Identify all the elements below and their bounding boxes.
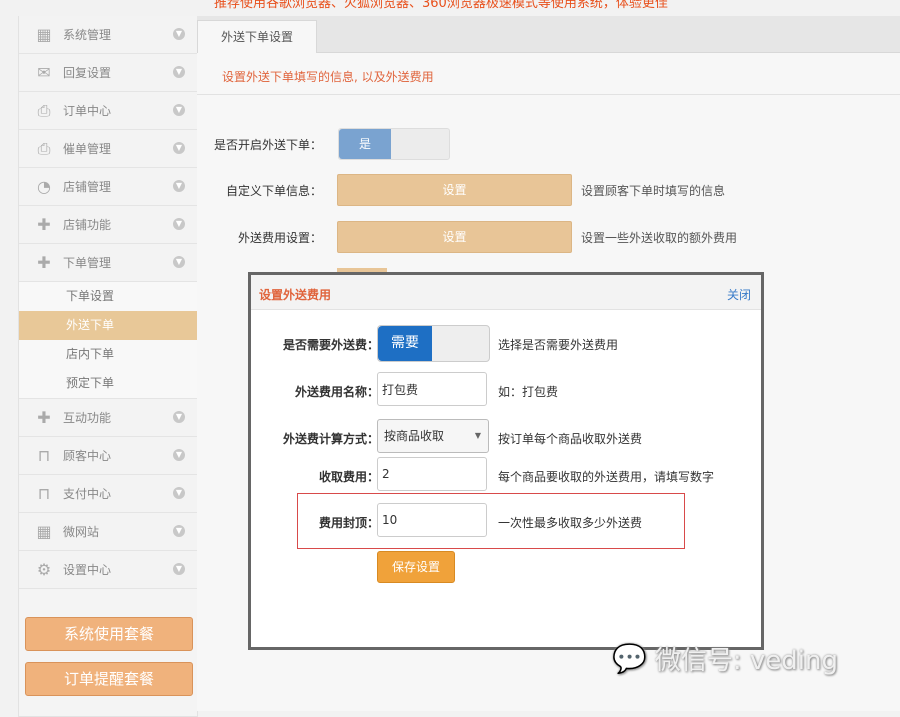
page-notice: 设置外送下单填写的信息, 以及外送费用 — [222, 70, 434, 84]
divider — [197, 94, 900, 95]
pie-chart-icon: ◔ — [37, 177, 51, 196]
sidebar-item-orders[interactable]: ⎙ 订单中心 ▼ — [19, 92, 197, 130]
order-reminder-package-button[interactable]: 订单提醒套餐 — [25, 662, 193, 696]
need-fee-hint: 选择是否需要外送费用 — [498, 338, 619, 352]
delivery-fee-hint: 设置一些外送收取的额外费用 — [581, 231, 738, 245]
wechat-icon: 💬 — [612, 642, 647, 675]
sidebar-item-store[interactable]: ◔ 店铺管理 ▼ — [19, 168, 197, 206]
sidebar-item-microsite[interactable]: ▦ 微网站 ▼ — [19, 513, 197, 551]
watermark-text: 微信号: veding — [654, 646, 838, 676]
calc-method-label: 外送费计算方式： — [282, 432, 379, 446]
chevron-down-icon: ▼ — [173, 104, 185, 116]
custom-info-hint: 设置顾客下单时填写的信息 — [581, 184, 726, 198]
tab-delivery-order-settings[interactable]: 外送下单设置 — [197, 20, 317, 53]
fee-amount-hint: 每个商品要收取的外送费用，请填写数字 — [498, 470, 715, 484]
chevron-down-icon: ▼ — [173, 66, 185, 78]
calc-method-select[interactable]: 按商品收取 ▼ — [377, 419, 489, 453]
dialog-title: 设置外送费用 — [259, 288, 332, 302]
sidebar-item-label: 微网站 — [63, 525, 100, 539]
fee-amount-label: 收取费用： — [318, 470, 379, 484]
calc-method-hint: 按订单每个商品收取外送费 — [498, 432, 643, 446]
enable-delivery-row: 是否开启外送下单： 是 — [197, 128, 900, 160]
system-package-button[interactable]: 系统使用套餐 — [25, 617, 193, 651]
delivery-fee-row: 外送费用设置： 设置 设置一些外送收取的额外费用 — [197, 221, 900, 253]
plus-icon: ✚ — [37, 253, 51, 272]
sidebar-item-ordering[interactable]: ✚ 下单管理 ▼ — [19, 244, 197, 282]
custom-info-settings-button[interactable]: 设置 — [337, 174, 572, 206]
grid-icon: ▦ — [36, 25, 52, 44]
sidebar-item-system[interactable]: ▦ 系统管理 ▼ — [19, 16, 197, 54]
calc-method-value: 按商品收取 — [384, 429, 445, 443]
sidebar-item-label: 店铺功能 — [63, 218, 112, 232]
sidebar-item-payment[interactable]: ⊓ 支付中心 ▼ — [19, 475, 197, 513]
chevron-down-icon: ▼ — [173, 487, 185, 499]
sidebar-item-label: 催单管理 — [63, 142, 112, 156]
chevron-down-icon: ▼ — [173, 411, 185, 423]
plus-icon: ✚ — [37, 215, 51, 234]
delivery-fee-dialog: 设置外送费用 关闭 是否需要外送费： 需要 选择是否需要外送费用 外送费用名称：… — [248, 272, 764, 650]
enable-delivery-label: 是否开启外送下单： — [213, 138, 322, 152]
chevron-down-icon: ▼ — [173, 563, 185, 575]
sidebar-item-label: 顾客中心 — [63, 449, 112, 463]
sidebar-item-customers[interactable]: ⊓ 顾客中心 ▼ — [19, 437, 197, 475]
chevron-down-icon: ▼ — [173, 142, 185, 154]
wechat-watermark: 💬 微信号: veding — [612, 640, 838, 677]
mail-icon: ✉ — [37, 63, 51, 82]
sidebar-item-reply[interactable]: ✉ 回复设置 ▼ — [19, 54, 197, 92]
printer-icon: ⎙ — [37, 138, 51, 158]
chevron-down-icon: ▼ — [173, 256, 185, 268]
fee-cap-input[interactable] — [377, 503, 487, 537]
need-fee-label: 是否需要外送费： — [282, 338, 379, 352]
sidebar-item-reminders[interactable]: ⎙ 催单管理 ▼ — [19, 130, 197, 168]
inbox-icon: ⊓ — [37, 446, 51, 465]
inbox-icon: ⊓ — [37, 484, 51, 503]
sidebar-item-label: 设置中心 — [63, 563, 112, 577]
browser-recommendation-banner: 推荐使用谷歌浏览器、火狐浏览器、360浏览器极速模式等使用系统，体验更佳 — [214, 0, 668, 11]
sidebar-item-label: 支付中心 — [63, 487, 112, 501]
tab-strip: 外送下单设置 — [197, 16, 900, 53]
chevron-down-icon: ▼ — [173, 449, 185, 461]
delivery-fee-label: 外送费用设置： — [237, 231, 322, 245]
chevron-down-icon: ▼ — [173, 218, 185, 230]
custom-info-label: 自定义下单信息： — [225, 184, 322, 198]
fee-cap-hint: 一次性最多收取多少外送费 — [498, 516, 643, 530]
toggle-on-label: 需要 — [378, 326, 432, 361]
fee-name-input[interactable] — [377, 372, 487, 406]
submenu-reservation-order[interactable]: 预定下单 — [19, 369, 197, 398]
submenu-dine-in-order[interactable]: 店内下单 — [19, 340, 197, 369]
fee-amount-input[interactable] — [377, 457, 487, 491]
gear-icon: ⚙ — [36, 560, 52, 579]
chevron-down-icon: ▼ — [173, 28, 185, 40]
submenu-order-settings[interactable]: 下单设置 — [19, 282, 197, 311]
sidebar: ▦ 系统管理 ▼ ✉ 回复设置 ▼ ⎙ 订单中心 ▼ ⎙ 催单管理 ▼ ◔ 店铺… — [18, 16, 198, 717]
fee-name-label: 外送费用名称： — [294, 385, 379, 399]
sidebar-item-label: 回复设置 — [63, 66, 112, 80]
chevron-down-icon: ▼ — [173, 180, 185, 192]
delivery-fee-settings-button[interactable]: 设置 — [337, 221, 572, 253]
printer-icon: ⎙ — [37, 100, 51, 120]
sidebar-item-label: 订单中心 — [63, 104, 112, 118]
need-fee-toggle[interactable]: 需要 — [377, 325, 490, 362]
sidebar-item-settings[interactable]: ⚙ 设置中心 ▼ — [19, 551, 197, 589]
plus-icon: ✚ — [37, 408, 51, 427]
sidebar-item-label: 互动功能 — [63, 411, 112, 425]
grid-icon: ▦ — [36, 522, 52, 541]
sidebar-item-label: 系统管理 — [63, 28, 112, 42]
dialog-close-link[interactable]: 关闭 — [727, 286, 751, 303]
sidebar-item-label: 店铺管理 — [63, 180, 112, 194]
submenu-delivery-order[interactable]: 外送下单 — [19, 311, 197, 340]
fee-cap-label: 费用封顶： — [318, 516, 379, 530]
sidebar-item-store-features[interactable]: ✚ 店铺功能 ▼ — [19, 206, 197, 244]
fee-name-hint: 如：打包费 — [498, 385, 559, 399]
dialog-header: 设置外送费用 关闭 — [251, 275, 761, 310]
sidebar-item-interaction[interactable]: ✚ 互动功能 ▼ — [19, 399, 197, 437]
chevron-down-icon: ▼ — [474, 431, 481, 440]
sidebar-item-label: 下单管理 — [63, 256, 112, 270]
toggle-on-label: 是 — [339, 129, 391, 159]
enable-delivery-toggle[interactable]: 是 — [338, 128, 450, 160]
ordering-submenu: 下单设置 外送下单 店内下单 预定下单 — [19, 282, 197, 399]
save-settings-button[interactable]: 保存设置 — [377, 551, 455, 583]
custom-info-row: 自定义下单信息： 设置 设置顾客下单时填写的信息 — [197, 174, 900, 206]
chevron-down-icon: ▼ — [173, 525, 185, 537]
